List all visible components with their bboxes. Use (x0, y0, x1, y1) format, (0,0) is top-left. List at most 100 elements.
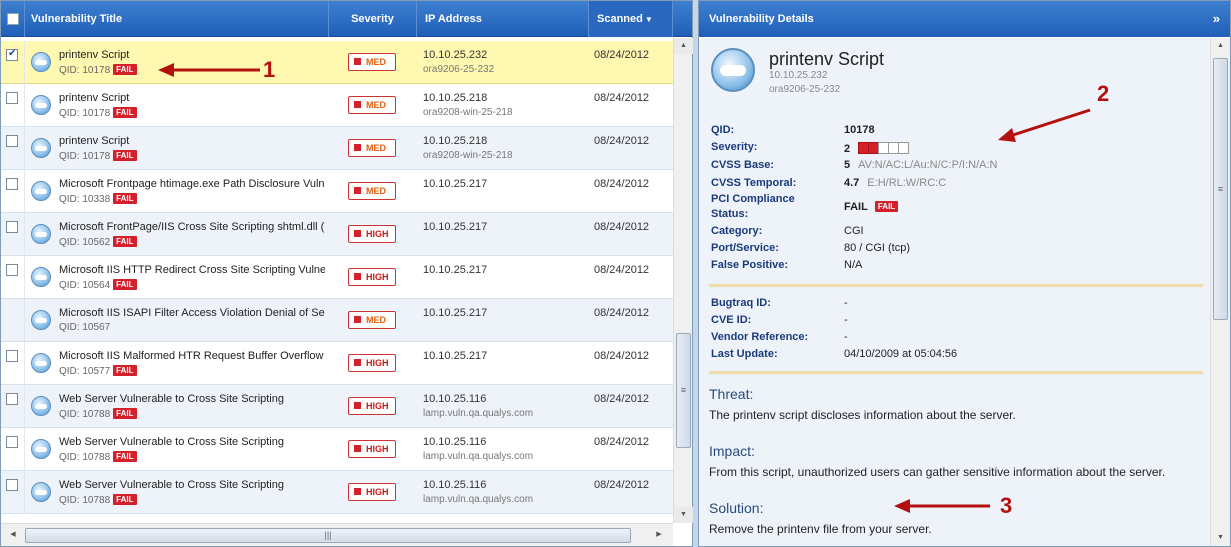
row-qid-text: QID: 10567 (59, 322, 111, 333)
vulnerability-cloud-icon (31, 482, 51, 502)
table-row[interactable]: Microsoft IIS HTTP Redirect Cross Site S… (1, 256, 673, 299)
details-scroll-thumb[interactable]: ≡ (1213, 58, 1228, 320)
row-title: printenv Script (59, 49, 130, 61)
impact-title: Impact: (709, 443, 755, 459)
row-qid: QID: 10562 FAIL (59, 236, 137, 248)
row-checkbox-cell[interactable] (1, 471, 25, 514)
grid-hscroll-thumb[interactable]: ||| (25, 528, 631, 543)
row-qid: QID: 10564 FAIL (59, 279, 137, 291)
details-scroll-up-icon[interactable]: ▲ (1211, 38, 1230, 54)
row-qid-text: QID: 10788 (59, 495, 111, 506)
row-host: lamp.vuln.qa.qualys.com (423, 408, 534, 419)
row-checkbox-cell[interactable] (1, 41, 25, 84)
table-row[interactable]: Web Server Vulnerable to Cross Site Scri… (1, 428, 673, 471)
column-header-ip[interactable]: IP Address (417, 1, 589, 37)
row-qid-text: QID: 10564 (59, 280, 111, 291)
severity-badge: HIGH (348, 483, 396, 501)
row-checkbox-cell[interactable] (1, 84, 25, 127)
scroll-right-icon[interactable]: ▶ (651, 527, 667, 543)
cvss-base-label: CVSS Base: (711, 159, 774, 171)
row-title: Web Server Vulnerable to Cross Site Scri… (59, 436, 284, 448)
fail-badge: FAIL (113, 236, 137, 247)
column-header-scanned-label: Scanned (597, 13, 643, 25)
row-checkbox[interactable] (6, 350, 18, 362)
row-scanned-date: 08/24/2012 (594, 436, 650, 448)
row-title: printenv Script (59, 92, 130, 104)
row-checkbox[interactable] (6, 479, 18, 491)
row-checkbox[interactable] (6, 135, 18, 147)
row-checkbox-cell[interactable] (1, 428, 25, 471)
column-header-scanned[interactable]: Scanned ▼ (589, 1, 673, 37)
table-row[interactable]: Web Server Vulnerable to Cross Site Scri… (1, 471, 673, 514)
column-header-severity[interactable]: Severity (329, 1, 417, 37)
row-checkbox-cell[interactable] (1, 342, 25, 385)
fail-badge: FAIL (113, 107, 137, 118)
details-scroll-down-icon[interactable]: ▼ (1211, 530, 1230, 546)
severity-badge: HIGH (348, 397, 396, 415)
sort-descending-icon[interactable]: ▼ (645, 15, 653, 24)
grid-scroll-thumb[interactable]: ≡ (676, 333, 691, 448)
row-ip: 10.10.25.116 (423, 479, 487, 491)
row-checkbox[interactable] (6, 264, 18, 276)
select-all-box[interactable] (7, 13, 19, 25)
category-value: CGI (844, 225, 864, 237)
grid-vertical-scrollbar[interactable]: ▲ ≡ ▼ (673, 38, 693, 523)
annotation-label-2: 2 (1097, 81, 1110, 106)
row-ip: 10.10.25.217 (423, 350, 488, 362)
row-checkbox-cell[interactable] (1, 299, 25, 342)
row-checkbox[interactable] (6, 48, 18, 61)
scroll-left-icon[interactable]: ◀ (5, 527, 21, 543)
row-checkbox[interactable] (6, 221, 18, 233)
row-qid-text: QID: 10178 (59, 108, 111, 119)
table-row[interactable]: Web Server Vulnerable to Cross Site Scri… (1, 385, 673, 428)
vulnerability-cloud-icon (711, 48, 755, 92)
row-ip: 10.10.25.232 (423, 49, 488, 61)
column-header-title[interactable]: Vulnerability Title (25, 1, 329, 37)
row-title: Microsoft IIS Malformed HTR Request Buff… (59, 350, 325, 362)
row-qid: QID: 10178 FAIL (59, 107, 137, 119)
details-vertical-scrollbar[interactable]: ▲ ≡ ▼ (1210, 38, 1230, 546)
row-scanned-date: 08/24/2012 (594, 350, 650, 362)
row-checkbox[interactable] (6, 178, 18, 190)
row-ip: 10.10.25.218 (423, 135, 488, 147)
vulnerability-cloud-icon (31, 267, 51, 287)
row-qid-text: QID: 10178 (59, 65, 111, 76)
impact-text: From this script, unauthorized users can… (709, 465, 1166, 479)
severity-badge: MED (348, 182, 396, 200)
scroll-up-icon[interactable]: ▲ (674, 38, 693, 54)
table-row[interactable]: Microsoft IIS Malformed HTR Request Buff… (1, 342, 673, 385)
table-row[interactable]: Microsoft IIS ISAPI Filter Access Violat… (1, 299, 673, 342)
scroll-down-icon[interactable]: ▼ (674, 507, 693, 523)
select-all-checkbox[interactable] (1, 1, 25, 37)
row-checkbox-cell[interactable] (1, 256, 25, 299)
row-checkbox[interactable] (6, 92, 18, 104)
table-row[interactable]: printenv Script QID: 10178FAIL MED 10.10.25… (1, 84, 673, 127)
row-checkbox-cell[interactable] (1, 213, 25, 256)
collapse-panel-icon[interactable]: » (1213, 1, 1220, 37)
last-update-label: Last Update: (711, 348, 778, 360)
cvss-temporal-value: 4.7 (844, 177, 860, 189)
row-checkbox[interactable] (6, 436, 18, 448)
row-qid: QID: 10178 FAIL (59, 150, 137, 162)
row-checkbox-cell[interactable] (1, 127, 25, 170)
row-title: Microsoft FrontPage/IIS Cross Site Scrip… (59, 221, 325, 233)
details-title: printenv Script (769, 49, 885, 69)
row-checkbox-cell[interactable] (1, 385, 25, 428)
port-label: Port/Service: (711, 242, 779, 254)
grid-horizontal-scrollbar[interactable]: ◀ ||| ▶ (1, 523, 673, 546)
row-host: lamp.vuln.qa.qualys.com (423, 494, 534, 505)
row-checkbox[interactable] (6, 393, 18, 405)
table-row[interactable]: printenv Script QID: 10178FAIL MED 10.10.25… (1, 41, 673, 84)
table-row[interactable]: printenv Script QID: 10178FAIL MED 10.10.25… (1, 127, 673, 170)
last-update-value: 04/10/2009 at 05:04:56 (844, 348, 958, 360)
false-positive-value: N/A (844, 259, 863, 271)
table-row[interactable]: Microsoft FrontPage/IIS Cross Site Scrip… (1, 213, 673, 256)
fail-badge: FAIL (113, 279, 137, 290)
fail-badge: FAIL (113, 365, 137, 376)
cvss-temporal-vector: E:H/RL:W/RC:C (867, 177, 947, 189)
vulnerability-cloud-icon (31, 138, 51, 158)
table-row[interactable]: Microsoft Frontpage htimage.exe Path Dis… (1, 170, 673, 213)
row-checkbox-cell[interactable] (1, 170, 25, 213)
row-scanned-date: 08/24/2012 (594, 479, 650, 491)
grid-body: printenv ScriptQID: 10178FAILMED10.10.25… (1, 38, 673, 523)
